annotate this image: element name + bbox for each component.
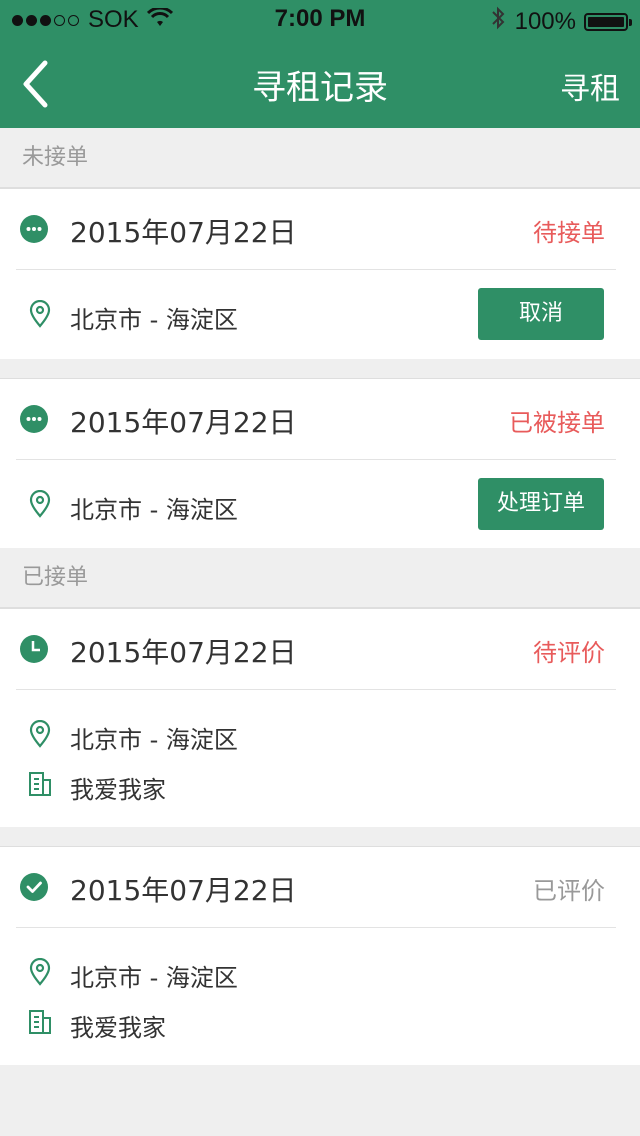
battery-area: 100% bbox=[491, 6, 632, 37]
rent-search-button[interactable]: 寻租 bbox=[560, 64, 620, 108]
building-icon bbox=[29, 1010, 51, 1034]
cancel-button[interactable]: 取消 bbox=[478, 288, 604, 340]
record-header: 2015年07月22日 已被接单 bbox=[0, 379, 640, 459]
record-header: 2015年07月22日 待接单 bbox=[0, 189, 640, 269]
location-row: 北京市 - 海淀区 取消 bbox=[0, 270, 640, 359]
location-text: 北京市 - 海淀区 bbox=[70, 306, 238, 334]
location-pin-icon bbox=[29, 720, 51, 748]
app-header: SOK 7:00 PM 100% 寻租记录 寻租 bbox=[0, 0, 640, 128]
record-header: 2015年07月22日 待评价 bbox=[0, 609, 640, 689]
status-bar: SOK 7:00 PM 100% bbox=[0, 0, 640, 40]
record-date: 2015年07月22日 bbox=[70, 406, 297, 439]
record-status: 已评价 bbox=[533, 877, 605, 905]
record-card[interactable]: 2015年07月22日 已评价 北京市 - 海淀区 我爱我家 bbox=[0, 846, 640, 1065]
location-pin-icon bbox=[29, 490, 51, 518]
record-status: 待接单 bbox=[533, 219, 605, 247]
record-date: 2015年07月22日 bbox=[70, 216, 297, 249]
location-text: 北京市 - 海淀区 bbox=[70, 496, 238, 524]
building-icon bbox=[29, 772, 51, 796]
record-date: 2015年07月22日 bbox=[70, 874, 297, 907]
record-status: 待评价 bbox=[533, 639, 605, 667]
battery-icon bbox=[584, 12, 632, 31]
agency-text: 我爱我家 bbox=[70, 1014, 166, 1042]
record-card[interactable]: 2015年07月22日 已被接单 北京市 - 海淀区 处理订单 bbox=[0, 378, 640, 549]
record-card[interactable]: 2015年07月22日 待评价 北京市 - 海淀区 我爱我家 bbox=[0, 608, 640, 827]
record-status: 已被接单 bbox=[509, 409, 605, 437]
record-card[interactable]: 2015年07月22日 待接单 北京市 - 海淀区 取消 bbox=[0, 188, 640, 359]
agency-row: 我爱我家 bbox=[0, 988, 640, 1065]
location-row: 北京市 - 海淀区 bbox=[0, 928, 640, 992]
clock-icon bbox=[20, 635, 48, 663]
location-row: 北京市 - 海淀区 bbox=[0, 690, 640, 754]
battery-percent: 100% bbox=[514, 7, 576, 35]
page-title: 寻租记录 bbox=[252, 68, 388, 108]
process-order-button[interactable]: 处理订单 bbox=[478, 478, 604, 530]
section-header-pending: 未接单 bbox=[0, 128, 640, 188]
agency-row: 我爱我家 bbox=[0, 750, 640, 827]
more-dots-icon bbox=[20, 405, 48, 433]
location-pin-icon bbox=[29, 958, 51, 986]
bluetooth-icon bbox=[491, 6, 505, 37]
check-circle-icon bbox=[20, 873, 48, 901]
location-row: 北京市 - 海淀区 处理订单 bbox=[0, 460, 640, 549]
section-header-accepted: 已接单 bbox=[0, 548, 640, 608]
more-dots-icon bbox=[20, 215, 48, 243]
record-date: 2015年07月22日 bbox=[70, 636, 297, 669]
record-header: 2015年07月22日 已评价 bbox=[0, 847, 640, 927]
location-pin-icon bbox=[29, 300, 51, 328]
agency-text: 我爱我家 bbox=[70, 776, 166, 804]
